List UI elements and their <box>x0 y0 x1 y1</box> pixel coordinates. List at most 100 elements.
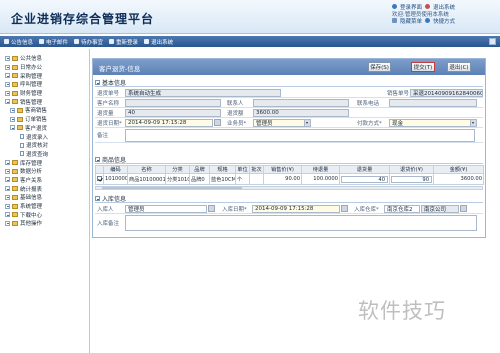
menu-email[interactable]: 电子邮件 <box>39 38 68 46</box>
sidebar-item-client-sales[interactable]: 客商销售 <box>0 106 89 115</box>
sidebar-item-purchasing[interactable]: 采购管理 <box>0 71 89 80</box>
calendar-icon[interactable] <box>341 205 348 212</box>
sidebar-item-return-entry[interactable]: 退货录入 <box>0 132 89 141</box>
return-date-label: 退货日期* <box>97 120 122 127</box>
sidebar-item-sales[interactable]: 销售管理 <box>0 97 89 106</box>
scrollbar-thumb[interactable] <box>102 187 242 189</box>
menu-relogin[interactable]: 重新登录 <box>109 38 138 46</box>
sidebar-item-other[interactable]: 其他操作 <box>0 219 89 228</box>
panel-title: 客户退货-信息 <box>99 65 141 73</box>
calendar-icon[interactable] <box>214 119 221 126</box>
todo-icon <box>74 39 80 44</box>
app-title: 企业进销存综合管理平台 <box>11 12 155 26</box>
warehouse-select[interactable]: 南京仓库2 <box>384 204 420 213</box>
save-button[interactable]: 保存(S) <box>368 62 391 72</box>
home-icon <box>392 4 397 9</box>
return-price-input[interactable]: 90 <box>391 175 432 183</box>
divider <box>95 202 483 203</box>
payment-select[interactable]: 现金 <box>389 118 477 127</box>
hide-menu-link[interactable]: 隐藏菜单 <box>400 17 422 25</box>
collapse-icon <box>95 80 100 85</box>
header-user-panel: 登录界面 退出系统 欢迎:管理员使用本系统 隐藏菜单 快捷方式 <box>392 3 492 25</box>
divider <box>95 86 483 87</box>
sidebar-item-public-info[interactable]: 公共信息 <box>0 54 89 63</box>
table-horizontal-scrollbar[interactable] <box>95 186 483 190</box>
sidebar-item-inventory[interactable]: 库存管理 <box>0 158 89 167</box>
expand-icon <box>5 220 10 226</box>
sale-price-cell: 90.00 <box>263 173 302 185</box>
sidebar-item-call-center[interactable]: 呼叫管理 <box>0 80 89 89</box>
expand-icon <box>5 81 10 87</box>
sidebar-item-crm[interactable]: 客户关系 <box>0 176 89 185</box>
return-no-label: 退货单号 <box>97 90 120 97</box>
clerk-label: 业务员* <box>227 120 247 127</box>
expand-icon <box>5 73 10 79</box>
column-header: 批次 <box>249 165 264 174</box>
sidebar-item-downloads[interactable]: 下载中心 <box>0 210 89 219</box>
expand-icon <box>5 186 10 192</box>
return-qty-input[interactable]: 40 <box>341 175 388 183</box>
picker-icon[interactable] <box>208 205 215 212</box>
name-cell: 商品10100001 <box>127 173 166 185</box>
picker-icon[interactable] <box>460 205 467 212</box>
expand-icon <box>5 55 10 61</box>
sidebar-item-order-sales[interactable]: 订单销售 <box>0 115 89 124</box>
sidebar-item-return-query[interactable]: 退货查询 <box>0 150 89 159</box>
sidebar-item-finance[interactable]: 财务管理 <box>0 89 89 98</box>
sidebar-item-daily-office[interactable]: 日常办公 <box>0 63 89 72</box>
company-field: 南京公司 <box>421 204 459 213</box>
folder-icon <box>12 64 18 70</box>
sidebar-item-analysis[interactable]: 数据分析 <box>0 167 89 176</box>
clerk-select[interactable]: 管理员 <box>253 118 311 127</box>
column-header: 待退量 <box>301 165 340 174</box>
submit-button[interactable]: 提交(T) <box>411 62 435 72</box>
collapse-icon <box>95 157 100 162</box>
phone-field <box>389 98 477 107</box>
return-form-panel: 客户退货-信息 保存(S) 提交(T) 退出(C) 基本信息 退货单号 系统自动… <box>92 58 486 238</box>
inbound-date-field[interactable]: 2014-09-09 17:15:28 <box>252 204 340 213</box>
return-date-field[interactable]: 2014-09-09 17:15:28 <box>125 118 213 127</box>
sidebar-item-return-check[interactable]: 退货核对 <box>0 141 89 150</box>
panel-header: 客户退货-信息 保存(S) 提交(T) 退出(C) <box>93 59 485 75</box>
inbound-by-label: 入库人 <box>97 206 114 213</box>
sidebar-item-system[interactable]: 系统管理 <box>0 202 89 211</box>
column-header: 品牌 <box>189 165 210 174</box>
mail-icon <box>39 39 45 44</box>
inbound-remark-textarea[interactable] <box>125 215 477 231</box>
sales-no-field: 采退20140909162840060 <box>410 88 483 97</box>
column-header: 名称 <box>127 165 166 174</box>
menu-announcements[interactable]: 公告信息 <box>4 38 33 46</box>
folder-icon <box>12 186 18 192</box>
collapse-toggle-icon[interactable] <box>489 38 496 45</box>
row-checkbox[interactable] <box>97 176 102 181</box>
watermark-text: 软件技巧 <box>358 299 446 323</box>
exit-button[interactable]: 退出(C) <box>447 62 471 72</box>
sidebar-tree: 公共信息 日常办公 采购管理 呼叫管理 财务管理 销售管理 客商销售 订单销售 … <box>0 49 90 353</box>
payment-label: 付款方式* <box>357 120 382 127</box>
inbound-remark-label: 入库备注 <box>97 221 120 227</box>
shortcut-link[interactable]: 快捷方式 <box>433 17 455 25</box>
expand-icon <box>5 203 10 209</box>
total-cell: 3600.00 <box>433 173 484 185</box>
folder-icon <box>17 116 23 122</box>
warehouse-label: 入库仓库* <box>354 206 379 213</box>
document-icon <box>20 151 24 157</box>
collapse-icon <box>10 125 15 131</box>
client-label: 客户名称 <box>97 100 120 107</box>
sidebar-item-reports[interactable]: 统计报表 <box>0 184 89 193</box>
column-header: 金额(¥) <box>433 165 484 174</box>
qty-label: 退货量 <box>97 110 114 117</box>
table-header-row: 编码 名称 分类 品牌 规格 单位 批次 销售价(¥) 待退量 退货量 退货价(… <box>95 165 484 174</box>
expand-icon <box>5 160 10 166</box>
folder-icon <box>12 160 18 166</box>
expand-icon <box>5 194 10 200</box>
sidebar-item-client-returns[interactable]: 客户退货 <box>0 124 89 133</box>
menu-logout[interactable]: 退出系统 <box>144 38 173 46</box>
sidebar-item-basic-info[interactable]: 基础信息 <box>0 193 89 202</box>
remark-textarea[interactable] <box>125 128 475 142</box>
inbound-by-field[interactable]: 管理员 <box>125 204 207 213</box>
amount-label: 退货额 <box>227 110 244 117</box>
menu-todo[interactable]: 待办事宜 <box>74 38 103 46</box>
phone-label: 联系电话 <box>357 100 380 107</box>
folder-icon <box>12 177 18 183</box>
